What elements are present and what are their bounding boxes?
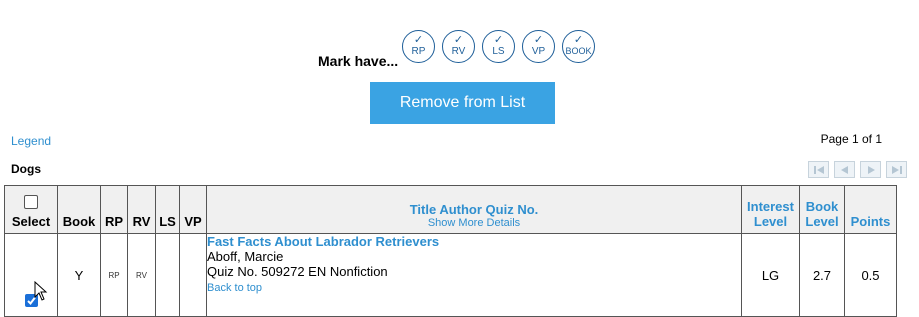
mark-vp-button[interactable]: ✓ VP (522, 30, 555, 63)
mouse-cursor-icon (34, 281, 48, 301)
interest-level-cell: LG (741, 233, 800, 317)
mark-rv-label: RV (451, 46, 466, 57)
mark-vp-label: VP (531, 46, 546, 57)
reading-list-table: Select Book RP RV LS VP Title Author Qui… (4, 185, 897, 317)
select-header: Select (4, 185, 58, 234)
remove-from-list-button[interactable]: Remove from List (370, 82, 555, 124)
first-page-icon (813, 166, 824, 174)
check-icon: ✓ (533, 34, 544, 46)
first-page-button[interactable] (808, 161, 829, 178)
title-author-quiz-header: Title Author Quiz No. Show More Details (206, 185, 742, 234)
book-author: Aboff, Marcie (207, 249, 284, 264)
check-icon: ✓ (453, 34, 464, 46)
book-cell: Y (57, 233, 101, 317)
show-more-details-link[interactable]: Show More Details (207, 217, 741, 229)
select-all-checkbox[interactable] (24, 195, 38, 209)
check-icon: ✓ (493, 34, 504, 46)
mark-have-label: Mark have... (318, 53, 399, 69)
table-row: Y RP RV Fast Facts About Labrador Retrie… (4, 233, 897, 317)
back-to-top-link[interactable]: Back to top (207, 282, 741, 294)
mark-ls-label: LS (492, 46, 505, 57)
points-header[interactable]: Points (844, 185, 897, 234)
next-page-icon (867, 166, 875, 174)
rv-cell: RV (127, 233, 156, 317)
title-cell: Fast Facts About Labrador Retrievers Abo… (206, 233, 742, 317)
check-icon: ✓ (573, 34, 584, 46)
mark-rv-button[interactable]: ✓ RV (442, 30, 475, 63)
ls-cell (155, 233, 180, 317)
interest-level-header[interactable]: Interest Level (741, 185, 800, 234)
mark-rp-label: RP (411, 46, 426, 57)
mark-rp-button[interactable]: ✓ RP (402, 30, 435, 63)
legend-link[interactable]: Legend (11, 134, 51, 148)
prev-page-icon (840, 166, 848, 174)
book-level-header[interactable]: Book Level (799, 185, 845, 234)
quiz-number: Quiz No. 509272 EN Nonfiction (207, 264, 388, 279)
vp-cell (179, 233, 207, 317)
mark-ls-button[interactable]: ✓ LS (482, 30, 515, 63)
vp-header: VP (179, 185, 207, 234)
page-info: Page 1 of 1 (820, 132, 882, 146)
mark-book-label: BOOK (565, 46, 592, 56)
last-page-icon (891, 166, 902, 174)
title-author-quiz-sort-link[interactable]: Title Author Quiz No. (207, 202, 741, 217)
list-title: Dogs (11, 162, 41, 176)
prev-page-button[interactable] (834, 161, 855, 178)
ls-header: LS (155, 185, 180, 234)
book-title-link[interactable]: Fast Facts About Labrador Retrievers (207, 234, 741, 249)
last-page-button[interactable] (886, 161, 907, 178)
mark-book-button[interactable]: ✓ BOOK (562, 30, 595, 63)
book-header: Book (57, 185, 101, 234)
points-cell: 0.5 (844, 233, 897, 317)
next-page-button[interactable] (860, 161, 881, 178)
check-icon: ✓ (413, 34, 424, 46)
book-level-cell: 2.7 (799, 233, 845, 317)
rv-header: RV (127, 185, 156, 234)
rp-cell: RP (100, 233, 128, 317)
rp-header: RP (100, 185, 128, 234)
select-header-label: Select (11, 214, 51, 229)
select-cell (4, 233, 58, 317)
